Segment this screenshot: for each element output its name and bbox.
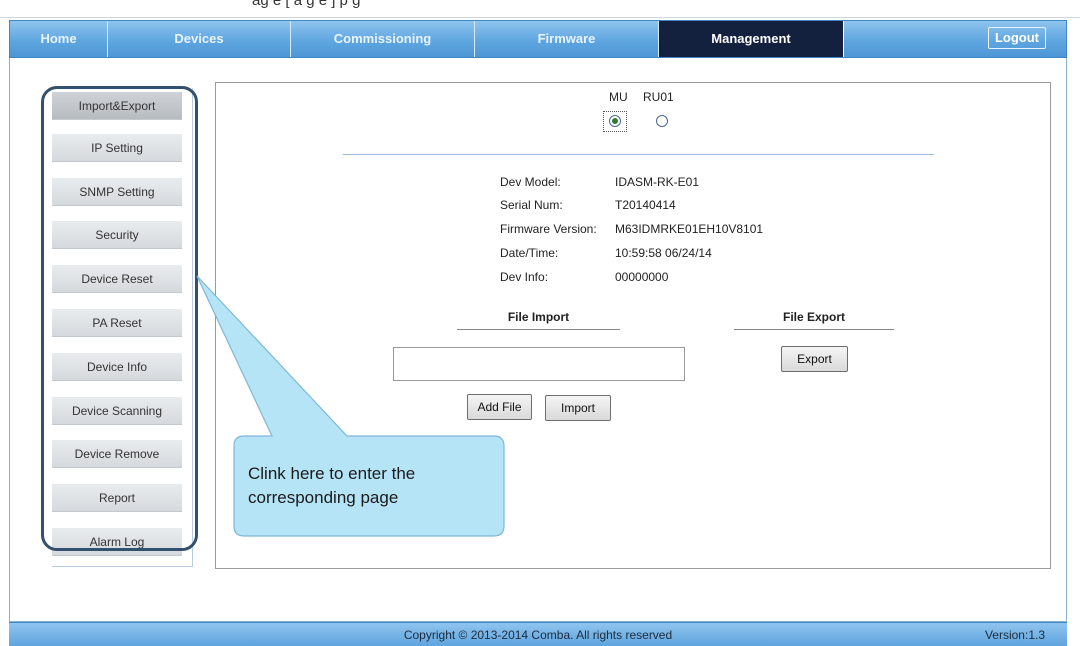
main-nav-bar: Home Devices Commissioning Firmware Mana…	[9, 20, 1067, 58]
file-export-underline	[734, 329, 894, 330]
callout-text: Clink here to enter the corresponding pa…	[248, 462, 498, 510]
sidebar-item-security[interactable]: Security	[52, 221, 182, 249]
nav-home[interactable]: Home	[10, 21, 108, 57]
sidebar-item-pa-reset[interactable]: PA Reset	[52, 309, 182, 337]
file-export-title: File Export	[782, 310, 845, 324]
sidebar-item-alarm-log[interactable]: Alarm Log	[52, 528, 182, 556]
sidebar-item-snmp-setting[interactable]: SNMP Setting	[52, 178, 182, 206]
firmware-version-value: M63IDMRKE01EH10V8101	[615, 222, 764, 236]
radio-mu[interactable]	[609, 115, 621, 127]
dev-model-label: Dev Model:	[500, 175, 561, 189]
logout-button[interactable]: Logout	[987, 27, 1046, 49]
firmware-version-label: Firmware Version:	[500, 222, 597, 236]
date-time-label: Date/Time:	[500, 246, 559, 260]
serial-num-value: T20140414	[615, 198, 676, 212]
callout-line-2: corresponding page	[248, 488, 399, 507]
dev-model-value: IDASM-RK-E01	[615, 175, 700, 189]
sidebar-item-device-info[interactable]: Device Info	[52, 353, 182, 381]
radio-label-ru01: RU01	[643, 90, 674, 104]
sidebar-item-device-scanning[interactable]: Device Scanning	[52, 397, 182, 425]
dev-info-value: 00000000	[615, 270, 669, 284]
serial-num-label: Serial Num:	[500, 198, 563, 212]
section-divider	[343, 154, 934, 155]
top-caption-strip: ag e [ a g e ] p g	[0, 0, 1080, 20]
radio-ru01[interactable]	[656, 115, 668, 127]
export-button[interactable]: Export	[781, 346, 848, 372]
nav-devices[interactable]: Devices	[108, 21, 291, 57]
add-file-button[interactable]: Add File	[467, 394, 532, 420]
dev-info-label: Dev Info:	[500, 270, 549, 284]
sidebar-item-device-remove[interactable]: Device Remove	[52, 440, 182, 468]
callout-line-1: Clink here to enter the	[248, 464, 416, 483]
footer-copyright: Copyright © 2013-2014 Comba. All rights …	[403, 628, 673, 642]
file-import-title: File Import	[507, 310, 570, 324]
date-time-value: 10:59:58 06/24/14	[615, 246, 712, 260]
nav-firmware[interactable]: Firmware	[475, 21, 659, 57]
file-path-input[interactable]	[393, 347, 685, 381]
sidebar-item-report[interactable]: Report	[52, 484, 182, 512]
sidebar-item-ip-setting[interactable]: IP Setting	[52, 134, 182, 162]
import-button[interactable]: Import	[545, 395, 611, 421]
sidebar-item-import-export[interactable]: Import&Export	[52, 92, 182, 120]
footer-bar: Copyright © 2013-2014 Comba. All rights …	[9, 622, 1067, 646]
nav-management[interactable]: Management	[659, 21, 844, 57]
file-import-underline	[457, 329, 620, 330]
top-caption-divider	[0, 17, 1080, 18]
radio-label-mu: MU	[609, 90, 628, 104]
footer-version: Version:1.3	[984, 628, 1045, 642]
sidebar-item-device-reset[interactable]: Device Reset	[52, 265, 182, 293]
top-caption-text: ag e [ a g e ] p g	[252, 0, 361, 9]
nav-commissioning[interactable]: Commissioning	[291, 21, 475, 57]
